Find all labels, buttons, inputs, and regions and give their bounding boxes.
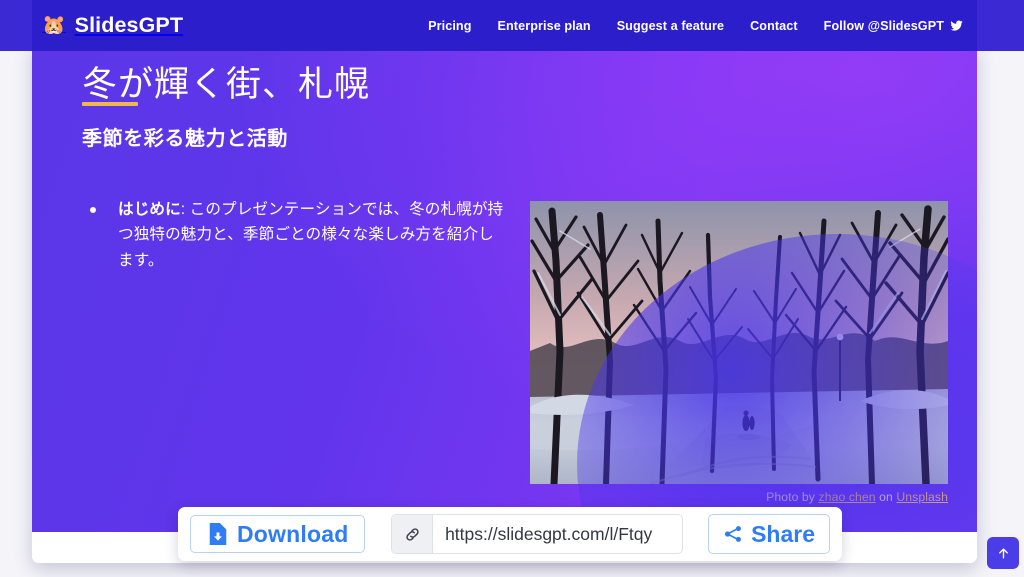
hamster-logo-icon: 🐹 xyxy=(42,16,66,35)
credit-middle: on xyxy=(876,490,897,504)
share-url-input[interactable] xyxy=(433,515,682,553)
arrow-up-icon xyxy=(996,546,1011,561)
share-button[interactable]: Share xyxy=(708,514,830,554)
winter-street-illustration xyxy=(530,201,948,484)
scroll-to-top-button[interactable] xyxy=(987,537,1019,569)
brand-home-link[interactable]: 🐹 SlidesGPT xyxy=(42,13,183,38)
credit-author-link[interactable]: zhao chen xyxy=(819,490,876,504)
slide-canvas: 冬が輝く街、札幌 季節を彩る魅力と活動 はじめに: このプレゼンテーションでは、… xyxy=(32,44,977,532)
download-button-label: Download xyxy=(237,521,348,548)
title-accent-rule xyxy=(82,102,138,106)
nav-item-enterprise-plan[interactable]: Enterprise plan xyxy=(498,19,591,33)
credit-prefix: Photo by xyxy=(766,490,818,504)
nav-item-follow-label: Follow @SlidesGPT xyxy=(824,19,944,33)
slide-card: 冬が輝く街、札幌 季節を彩る魅力と活動 はじめに: このプレゼンテーションでは、… xyxy=(32,44,977,563)
main-nav: Pricing Enterprise plan Suggest a featur… xyxy=(428,19,963,33)
twitter-icon xyxy=(950,19,963,32)
site-header: 🐹 SlidesGPT Pricing Enterprise plan Sugg… xyxy=(0,0,1024,51)
link-icon-addon xyxy=(392,515,433,553)
share-button-label: Share xyxy=(751,521,815,548)
slide-action-bar: Download Share xyxy=(178,507,842,561)
link-icon xyxy=(404,526,421,543)
nav-item-contact[interactable]: Contact xyxy=(750,19,798,33)
slide-bullet-list: はじめに: このプレゼンテーションでは、冬の札幌が持つ独特の魅力と、季節ごとの様… xyxy=(90,197,505,273)
nav-item-pricing[interactable]: Pricing xyxy=(428,19,471,33)
share-url-group xyxy=(391,514,683,554)
bullet-lead: はじめに xyxy=(118,201,181,218)
nav-item-follow-twitter[interactable]: Follow @SlidesGPT xyxy=(824,19,963,33)
slide-photo xyxy=(530,201,948,484)
bullet-text: はじめに: このプレゼンテーションでは、冬の札幌が持つ独特の魅力と、季節ごとの様… xyxy=(118,197,505,273)
brand-name: SlidesGPT xyxy=(75,13,183,38)
site-header-inner: 🐹 SlidesGPT Pricing Enterprise plan Sugg… xyxy=(32,0,977,51)
download-button[interactable]: Download xyxy=(190,515,365,553)
slide-title: 冬が輝く街、札幌 xyxy=(82,56,370,107)
photo-credit: Photo by zhao chen on Unsplash xyxy=(530,490,948,504)
list-item: はじめに: このプレゼンテーションでは、冬の札幌が持つ独特の魅力と、季節ごとの様… xyxy=(90,197,505,273)
nav-item-suggest-a-feature[interactable]: Suggest a feature xyxy=(617,19,724,33)
bullet-dot-icon xyxy=(90,207,96,213)
credit-source-link[interactable]: Unsplash xyxy=(896,490,948,504)
slide-subtitle: 季節を彩る魅力と活動 xyxy=(82,122,288,151)
page-root: 🐹 SlidesGPT Pricing Enterprise plan Sugg… xyxy=(0,0,1024,577)
share-icon xyxy=(723,524,743,544)
file-download-icon xyxy=(207,522,229,546)
